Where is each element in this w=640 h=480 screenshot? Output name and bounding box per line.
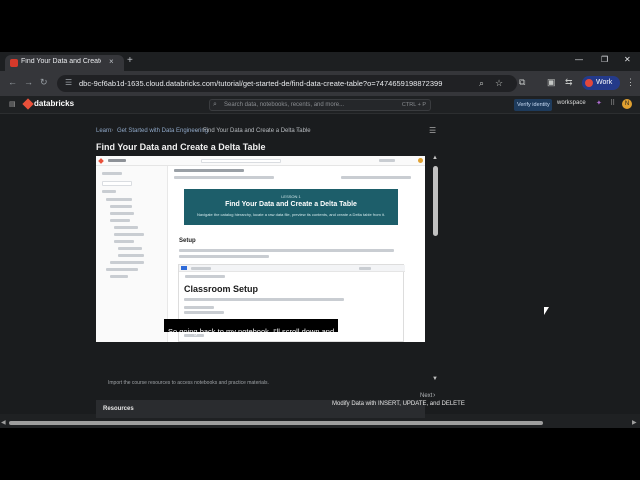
databricks-favicon-icon	[10, 59, 18, 67]
profile-avatar	[585, 79, 593, 87]
address-bar[interactable]: ☰ dbc-9cf6ab1d-1635.cloud.databricks.com…	[57, 75, 517, 92]
video-notebook-header	[96, 156, 425, 166]
resources-heading: Resources	[103, 406, 134, 412]
page-title: Find Your Data and Create a Delta Table	[96, 142, 266, 152]
search-icon[interactable]: ⌕	[479, 78, 484, 89]
lesson-title: Find Your Data and Create a Delta Table	[225, 201, 357, 208]
url-text: dbc-9cf6ab1d-1635.cloud.databricks.com/t…	[79, 79, 443, 88]
video-catalog-sidebar	[96, 166, 168, 342]
video-player[interactable]: LESSON 1 Find Your Data and Create a Del…	[96, 156, 425, 342]
sync-icon[interactable]: ⇆	[565, 77, 573, 88]
tab-title: Find Your Data and Create	[21, 58, 101, 65]
forward-arrow-icon[interactable]: →	[24, 77, 33, 87]
scroll-right-icon[interactable]: ▶	[632, 419, 637, 426]
breadcrumb-course[interactable]: Get Started with Data Engineering	[117, 128, 208, 134]
next-lesson-link[interactable]: Modify Data with INSERT, UPDATE, and DEL…	[332, 401, 465, 407]
search-icon: ⌕	[213, 101, 217, 108]
sidebar-toggle-icon[interactable]: ▤	[9, 100, 16, 108]
databricks-logo-text: databricks	[34, 99, 75, 108]
browser-window: Find Your Data and Create × + — ❐ ✕ ← → …	[0, 52, 640, 428]
tab-search-icon[interactable]: ▣	[547, 77, 556, 88]
horizontal-scrollbar-thumb[interactable]	[9, 421, 543, 425]
lesson-subtitle: Navigate the catalog hierarchy, locate a…	[196, 212, 386, 217]
tutorial-article: Learn › Get Started with Data Engineerin…	[85, 114, 440, 414]
breadcrumb-separator: ›	[196, 127, 199, 134]
table-of-contents-icon[interactable]: ☰	[429, 126, 436, 135]
caption-text: So going back to my notebook, I'll scrol…	[168, 327, 335, 336]
profile-label: Work	[596, 79, 613, 86]
breadcrumb-separator: ›	[296, 127, 299, 134]
video-caption: So going back to my notebook, I'll scrol…	[164, 319, 339, 336]
lesson-banner: LESSON 1 Find Your Data and Create a Del…	[184, 189, 398, 225]
minimize-icon[interactable]: —	[575, 55, 583, 64]
scroll-left-icon[interactable]: ◀	[1, 419, 6, 426]
extensions-icon[interactable]: ⧉	[519, 77, 525, 88]
databricks-logo-icon	[98, 158, 104, 164]
lesson-number: LESSON 1	[281, 194, 301, 199]
next-arrow-icon[interactable]: ›	[433, 392, 435, 399]
cell-toolbar	[179, 265, 405, 272]
site-info-icon[interactable]: ☰	[65, 78, 72, 87]
back-arrow-icon[interactable]: ←	[8, 77, 17, 87]
databricks-logo-icon	[22, 98, 34, 110]
browser-tab[interactable]: Find Your Data and Create ×	[5, 55, 124, 71]
close-window-icon[interactable]: ✕	[624, 55, 631, 64]
article-scrollbar[interactable]: ▲ ▼	[431, 155, 440, 387]
verify-identity-button[interactable]: Verify identity	[514, 99, 552, 111]
maximize-icon[interactable]: ❐	[601, 55, 608, 64]
menu-kebab-icon[interactable]: ⋮	[626, 77, 635, 88]
next-label: Next	[420, 393, 433, 399]
new-tab-icon[interactable]: +	[127, 55, 133, 66]
profile-button[interactable]: Work	[582, 76, 620, 90]
breadcrumb-current: Find Your Data and Create a Delta Table	[203, 128, 311, 134]
classroom-setup-heading: Classroom Setup	[184, 284, 259, 294]
reload-icon[interactable]: ↻	[40, 77, 48, 88]
breadcrumb-learn[interactable]: Learn	[96, 128, 111, 134]
scroll-up-icon[interactable]: ▲	[432, 155, 438, 161]
workspace-switcher[interactable]: workspace	[557, 100, 586, 106]
scrollbar-thumb[interactable]	[433, 166, 438, 236]
horizontal-scrollbar[interactable]: ◀ ▶	[0, 418, 640, 428]
breadcrumb-separator: ›	[111, 127, 114, 134]
tab-close-icon[interactable]: ×	[109, 57, 114, 66]
verify-identity-label: Verify identity	[517, 102, 550, 108]
browser-toolbar: ← → ↻ ☰ dbc-9cf6ab1d-1635.cloud.databric…	[0, 71, 640, 96]
mouse-cursor-icon	[544, 307, 549, 315]
tab-strip: Find Your Data and Create × + — ❐ ✕	[0, 52, 640, 71]
assistant-icon[interactable]: ✦	[596, 99, 602, 107]
apps-grid-icon[interactable]: ⠿	[610, 99, 615, 107]
bookmark-star-icon[interactable]: ☆	[495, 78, 503, 89]
resources-text: Import the course resources to access no…	[108, 380, 269, 386]
scroll-down-icon[interactable]: ▼	[432, 376, 438, 382]
databricks-header: ▤ databricks ⌕ Search data, notebooks, r…	[0, 96, 640, 114]
search-shortcut: CTRL + P	[401, 102, 426, 108]
user-avatar[interactable]: N	[622, 99, 632, 109]
workspace-search-input[interactable]: ⌕ Search data, notebooks, recents, and m…	[209, 99, 431, 111]
search-placeholder: Search data, notebooks, recents, and mor…	[224, 102, 345, 108]
setup-heading: Setup	[179, 238, 196, 244]
tutorial-content: Learn › Get Started with Data Engineerin…	[0, 114, 640, 414]
